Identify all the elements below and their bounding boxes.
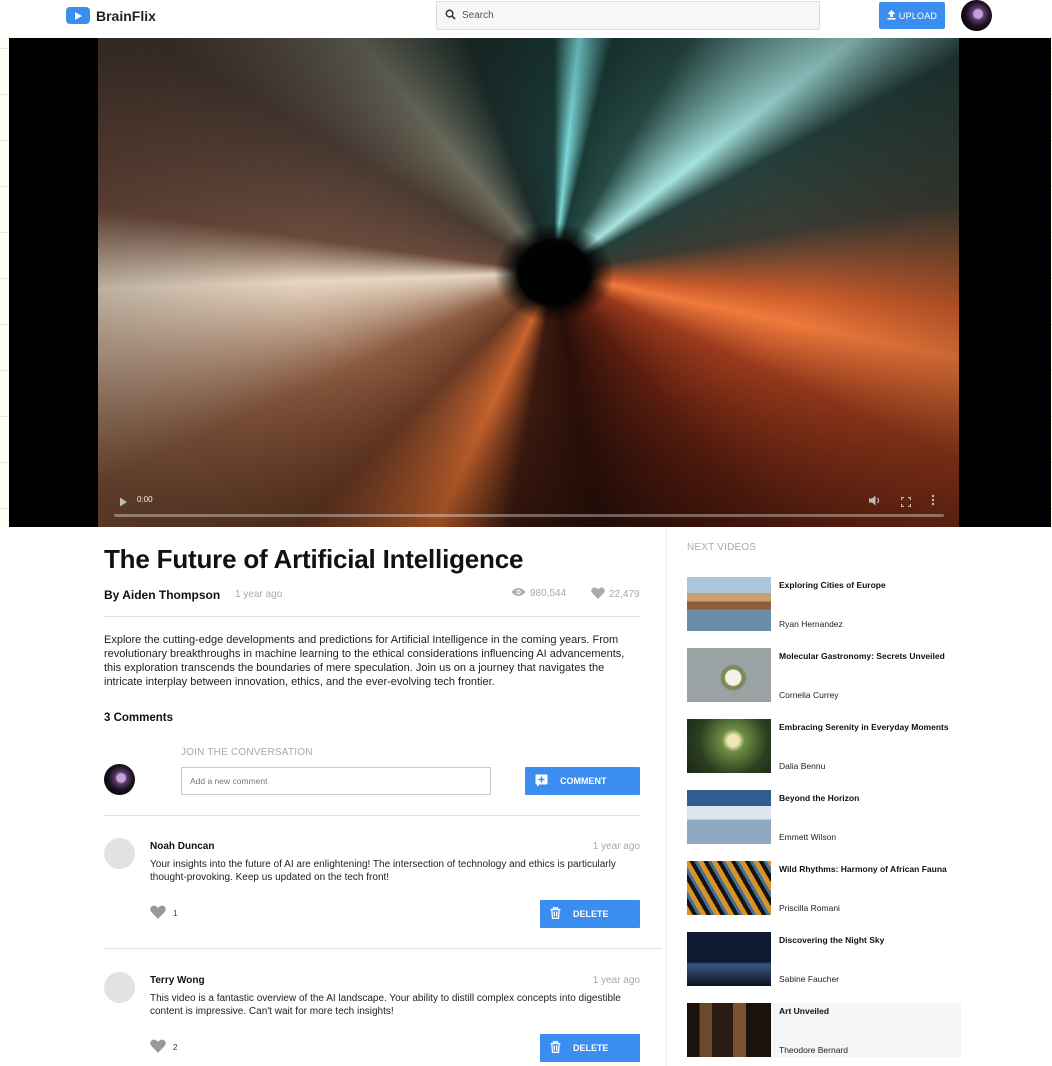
video-thumbnail[interactable] [687,719,771,773]
divider [104,948,662,949]
next-video-item[interactable]: Discovering the Night Sky Sabine Faucher [687,932,961,986]
next-video-title: Wild Rhythms: Harmony of African Fauna [779,864,947,874]
delete-label: DELETE [573,1043,609,1053]
eye-icon [511,587,526,600]
commenter-name: Noah Duncan [150,841,215,852]
heart-icon [150,905,166,921]
heart-icon [150,1039,166,1055]
next-video-item[interactable]: Beyond the Horizon Emmett Wilson [687,790,961,844]
video-player[interactable]: 0:00 [9,38,1051,527]
next-video-item[interactable]: Art Unveiled Theodore Bernard [687,1003,961,1057]
upload-icon [887,9,896,22]
video-thumbnail[interactable] [687,1003,771,1057]
video-thumbnail[interactable] [687,577,771,631]
comment-item: Terry Wong 1 year ago This video is a fa… [104,972,644,1066]
likes-stat[interactable]: 22,479 [591,587,640,602]
comment-like-count: 2 [173,1042,178,1052]
next-video-item[interactable]: Embracing Serenity in Everyday Moments D… [687,719,961,773]
logo[interactable]: BrainFlix [66,7,156,24]
comment-date: 1 year ago [592,975,640,986]
comment-like[interactable]: 2 [150,1039,177,1055]
video-image [518,238,588,308]
next-video-title: Beyond the Horizon [779,793,860,803]
video-thumbnail[interactable] [687,861,771,915]
user-avatar[interactable] [961,0,992,31]
video-description: Explore the cutting-edge developments an… [104,634,625,688]
video-thumbnail[interactable] [687,790,771,844]
next-video-item[interactable]: Exploring Cities of Europe Ryan Hernande… [687,577,961,631]
join-conversation-label: JOIN THE CONVERSATION [181,747,313,758]
views-count: 980,544 [530,588,567,599]
search-bar[interactable] [436,1,820,30]
video-frame[interactable] [98,38,959,527]
search-input[interactable] [462,10,792,21]
delete-label: DELETE [573,909,609,919]
commenter-avatar [104,838,135,869]
comment-text: This video is a fantastic overview of th… [150,993,621,1017]
heart-icon [591,587,605,602]
comment-input[interactable] [181,767,491,795]
video-posted-date: 1 year ago [235,589,283,600]
next-video-title: Discovering the Night Sky [779,935,885,945]
progress-bar[interactable] [114,514,944,517]
fullscreen-icon[interactable] [900,494,912,512]
top-bar: BrainFlix UPLOAD [0,0,1052,38]
next-video-title: Exploring Cities of Europe [779,580,886,590]
next-video-author: Ryan Hernandez [779,619,843,629]
next-video-author: Emmett Wilson [779,832,837,842]
comment-like-count: 1 [173,908,178,918]
search-icon [445,7,456,25]
comment-text: Your insights into the future of AI are … [150,859,616,883]
divider [104,815,640,816]
next-video-author: Dalia Bennu [779,761,826,771]
volume-icon[interactable] [869,493,882,511]
next-video-item[interactable]: Molecular Gastronomy: Secrets Unveiled C… [687,648,961,702]
video-title: The Future of Artificial Intelligence [104,544,524,574]
next-video-title: Molecular Gastronomy: Secrets Unveiled [779,651,945,661]
commenter-avatar [104,972,135,1003]
page: BrainFlix UPLOAD 0:00 [0,0,1052,1066]
comment-item: Noah Duncan 1 year ago Your insights int… [104,838,644,958]
logo-text: BrainFlix [96,7,156,24]
next-video-author: Cornelia Currey [779,690,839,700]
divider [104,616,640,617]
next-videos-heading: NEXT VIDEOS [687,542,757,553]
time-display: 0:00 [137,495,153,504]
delete-button[interactable]: DELETE [540,1034,640,1062]
comment-button[interactable]: COMMENT [525,767,640,795]
next-video-author: Theodore Bernard [779,1045,848,1055]
commenter-name: Terry Wong [150,975,205,986]
views-stat: 980,544 [511,587,566,600]
next-video-title: Art Unveiled [779,1006,830,1016]
video-thumbnail[interactable] [687,648,771,702]
next-video-title: Embracing Serenity in Everyday Moments [779,722,949,732]
upload-button[interactable]: UPLOAD [879,2,945,29]
trash-icon [550,1041,561,1055]
comment-button-label: COMMENT [560,776,607,786]
play-icon[interactable] [119,494,128,512]
next-video-author: Sabine Faucher [779,974,840,984]
video-thumbnail[interactable] [687,932,771,986]
more-options-icon[interactable] [931,493,935,511]
next-videos-sidebar: NEXT VIDEOS Exploring Cities of Europe R… [666,527,1052,1066]
play-logo-icon [66,7,90,24]
likes-count: 22,479 [609,589,640,600]
delete-button[interactable]: DELETE [540,900,640,928]
next-video-item[interactable]: Wild Rhythms: Harmony of African Fauna P… [687,861,961,915]
next-video-author: Priscilla Romani [779,903,840,913]
add-comment-icon [535,774,548,789]
comment-like[interactable]: 1 [150,905,177,921]
comments-count: 3 Comments [104,712,174,724]
trash-icon [550,907,561,921]
current-user-avatar [104,764,135,795]
comment-date: 1 year ago [592,841,640,852]
video-controls: 0:00 [109,490,949,520]
upload-label: UPLOAD [898,10,938,21]
video-author: By Aiden Thompson [104,588,221,602]
main-content: The Future of Artificial Intelligence By… [0,527,666,1066]
